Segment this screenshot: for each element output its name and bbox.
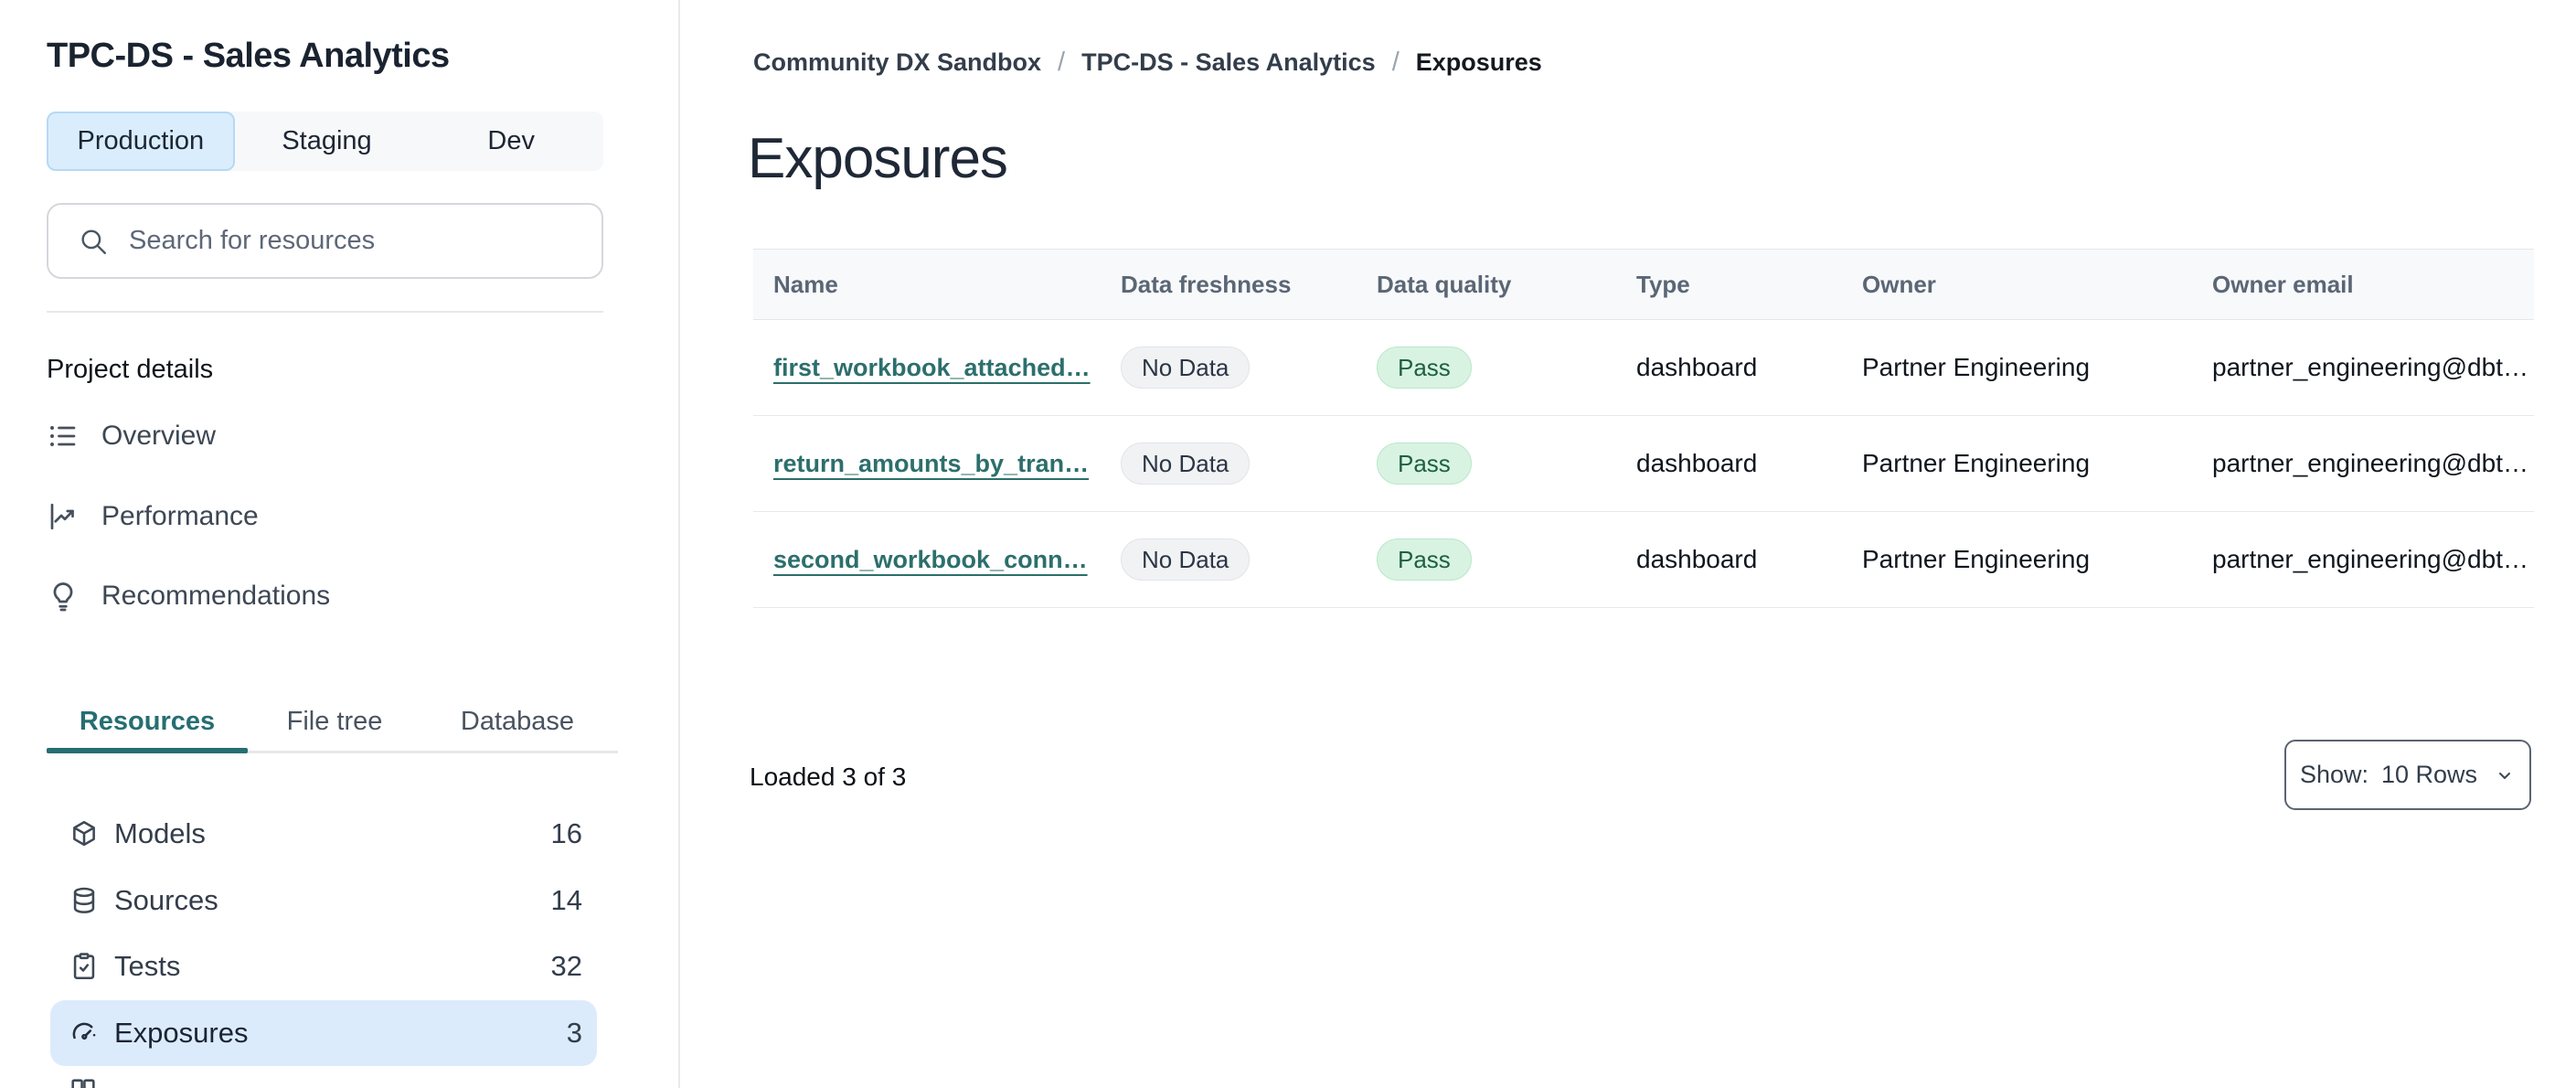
- resource-count: 16: [550, 817, 582, 849]
- breadcrumb-account[interactable]: Community DX Sandbox: [753, 48, 1041, 77]
- tab-file-tree[interactable]: File tree: [248, 693, 421, 751]
- dbt-explorer-app: TPC-DS - Sales Analytics Production Stag…: [0, 0, 2576, 1088]
- column-header-type: Type: [1636, 270, 1690, 298]
- quality-badge: Pass: [1377, 443, 1472, 485]
- resource-search[interactable]: [47, 203, 603, 279]
- table-row: first_workbook_attached… No Data Pass da…: [753, 320, 2534, 416]
- resource-label: Tests: [114, 950, 181, 982]
- owner-cell: Partner Engineering: [1862, 449, 2091, 477]
- resource-view-tabs: Resources File tree Database: [47, 693, 618, 753]
- breadcrumb-separator: /: [1391, 48, 1400, 77]
- exposure-name-link[interactable]: second_workbook_conn…: [773, 546, 1088, 573]
- show-label: Show:: [2299, 761, 2368, 788]
- exposure-name-link[interactable]: return_amounts_by_tran…: [773, 450, 1089, 477]
- resource-count: 3: [566, 1017, 582, 1049]
- resource-count: 14: [550, 884, 582, 916]
- resource-label: Models: [114, 817, 206, 849]
- gauge-icon: [69, 1018, 100, 1049]
- sidebar-item-label: Recommendations: [101, 581, 331, 611]
- project-details-label: Project details: [47, 355, 214, 384]
- column-header-data-freshness: Data freshness: [1121, 270, 1292, 298]
- loaded-status: Loaded 3 of 3: [750, 763, 907, 791]
- search-icon: [78, 226, 109, 257]
- resource-label: Sources: [114, 884, 218, 916]
- breadcrumb: Community DX Sandbox / TPC-DS - Sales An…: [753, 48, 1542, 78]
- sidebar-main-divider: [678, 0, 680, 1088]
- owner-email-cell: partner_engineering@dbt…: [2212, 353, 2528, 381]
- quality-badge: Pass: [1377, 539, 1472, 581]
- breadcrumb-project[interactable]: TPC-DS - Sales Analytics: [1081, 48, 1376, 77]
- tab-database[interactable]: Database: [421, 693, 613, 751]
- chevron-down-icon: [2490, 764, 2516, 786]
- resource-label: Exposures: [114, 1017, 249, 1049]
- project-title: TPC-DS - Sales Analytics: [47, 37, 450, 75]
- exposure-name-link[interactable]: first_workbook_attached…: [773, 354, 1091, 381]
- type-cell: dashboard: [1636, 545, 1758, 573]
- sidebar-item-label: Performance: [101, 501, 259, 531]
- type-cell: dashboard: [1636, 353, 1758, 381]
- owner-email-cell: partner_engineering@dbt…: [2212, 449, 2528, 477]
- table-row: second_workbook_conn… No Data Pass dashb…: [753, 512, 2534, 608]
- exposures-table: Name Data freshness Data quality Type Ow…: [753, 249, 2534, 608]
- owner-cell: Partner Engineering: [1862, 545, 2091, 573]
- column-header-owner-email: Owner email: [2212, 270, 2354, 298]
- owner-email-cell: partner_engineering@dbt…: [2212, 545, 2528, 573]
- sidebar-item-performance[interactable]: Performance: [47, 490, 259, 543]
- env-tab-dev[interactable]: Dev: [419, 112, 603, 171]
- breadcrumb-current: Exposures: [1415, 48, 1542, 76]
- freshness-badge: No Data: [1121, 539, 1251, 581]
- env-tab-staging[interactable]: Staging: [235, 112, 420, 171]
- column-header-owner: Owner: [1862, 270, 1936, 298]
- page-title: Exposures: [748, 126, 1008, 190]
- type-cell: dashboard: [1636, 449, 1758, 477]
- show-value: 10 Rows: [2381, 761, 2478, 788]
- quality-badge: Pass: [1377, 347, 1472, 389]
- cube-icon: [69, 818, 100, 849]
- sidebar-item-exposures[interactable]: Exposures 3: [50, 1000, 597, 1066]
- column-header-name: Name: [773, 270, 838, 298]
- rows-per-page-dropdown[interactable]: Show: 10 Rows: [2284, 740, 2531, 810]
- sidebar-item-partial[interactable]: [68, 1075, 99, 1088]
- sidebar-item-label: Overview: [101, 421, 217, 451]
- sidebar-item-sources[interactable]: Sources 14: [50, 868, 597, 933]
- environment-tabs: Production Staging Dev: [47, 112, 603, 171]
- sidebar-item-overview[interactable]: Overview: [47, 410, 216, 463]
- table-header-row: Name Data freshness Data quality Type Ow…: [753, 249, 2534, 320]
- trend-chart-icon: [47, 500, 80, 533]
- lightbulb-icon: [47, 580, 80, 613]
- owner-cell: Partner Engineering: [1862, 353, 2091, 381]
- tab-resources[interactable]: Resources: [47, 693, 248, 753]
- env-tab-production[interactable]: Production: [47, 112, 235, 171]
- sidebar-item-models[interactable]: Models 16: [50, 801, 597, 867]
- breadcrumb-separator: /: [1058, 48, 1066, 77]
- clipboard-check-icon: [69, 951, 100, 982]
- grid-icon: [68, 1075, 99, 1088]
- freshness-badge: No Data: [1121, 443, 1251, 485]
- sidebar-item-tests[interactable]: Tests 32: [50, 933, 597, 999]
- resource-count: 32: [550, 950, 582, 982]
- database-icon: [69, 885, 100, 916]
- search-input[interactable]: [127, 225, 580, 257]
- table-row: return_amounts_by_tran… No Data Pass das…: [753, 416, 2534, 512]
- sidebar-divider: [47, 311, 603, 313]
- sidebar-item-recommendations[interactable]: Recommendations: [47, 570, 330, 623]
- column-header-data-quality: Data quality: [1377, 270, 1512, 298]
- list-icon: [47, 420, 80, 453]
- freshness-badge: No Data: [1121, 347, 1251, 389]
